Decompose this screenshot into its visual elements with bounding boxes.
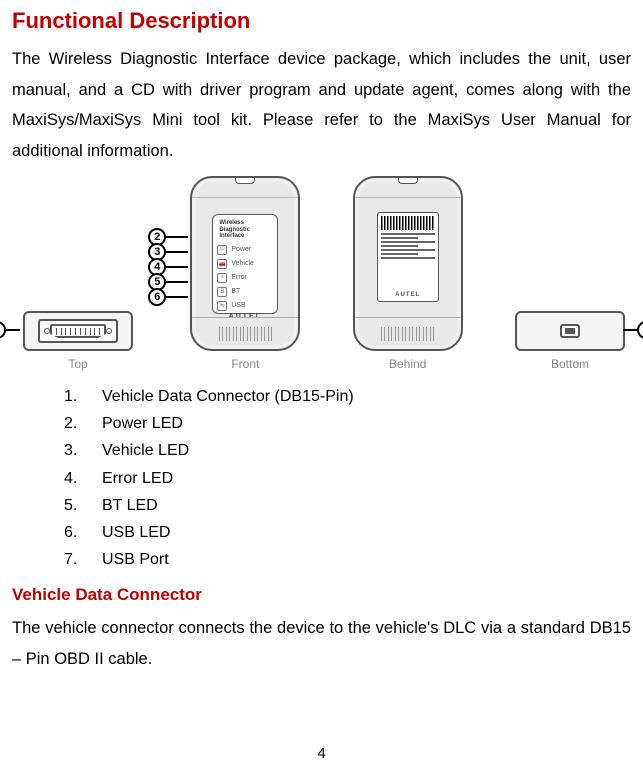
callout-1: 1 [0,321,20,339]
usb-port-icon [560,324,580,338]
component-list: 1.Vehicle Data Connector (DB15-Pin) 2.Po… [64,383,354,573]
front-label-panel: WirelessDiagnostic Interface ⏻Power 🚗Veh… [212,214,278,314]
intro-paragraph: The Wireless Diagnostic Interface device… [12,44,631,166]
callout-7: 7 [623,321,643,339]
vehicle-led-icon: 🚗 [217,259,227,269]
error-led-icon: ! [217,273,227,283]
list-item: 7.USB Port [64,546,354,573]
list-item: 3.Vehicle LED [64,437,354,464]
diagram-front-column: 2 3 4 5 6 WirelessDiagnostic Interface ⏻… [190,176,300,371]
list-item: 2.Power LED [64,410,354,437]
callout-number-7: 7 [637,321,643,339]
diagram-bottom-column: 7 Bottom [515,311,625,371]
caption-behind: Behind [389,357,426,371]
diagram-behind-column: AUTEL Behind [353,176,463,371]
list-item: 4.Error LED [64,465,354,492]
top-view-body [23,311,133,351]
callout-4: 4 [148,259,188,274]
list-item: 1.Vehicle Data Connector (DB15-Pin) [64,383,354,410]
db15-connector-icon [50,324,106,338]
heading-vehicle-data-connector: Vehicle Data Connector [12,585,631,605]
vehicle-connector-paragraph: The vehicle connector connects the devic… [12,613,631,674]
behind-view-body: AUTEL [353,176,463,351]
caption-top: Top [68,357,87,371]
diagram-top-column: 1 Top [18,311,138,371]
list-item: 5.BT LED [64,492,354,519]
callout-6: 6 [148,289,188,304]
device-diagram: 1 Top [12,176,631,375]
page-number: 4 [0,745,643,762]
bt-led-icon: B [217,287,227,297]
callout-3: 3 [148,244,188,259]
behind-label-plate: AUTEL [377,212,439,302]
list-item: 6.USB LED [64,519,354,546]
callout-5: 5 [148,274,188,289]
bottom-view-body [515,311,625,351]
caption-front: Front [231,357,259,371]
brand-behind: AUTEL [381,292,435,298]
caption-bottom: Bottom [551,357,589,371]
callout-2: 2 [148,229,188,244]
front-view-body: WirelessDiagnostic Interface ⏻Power 🚗Veh… [190,176,300,351]
usb-led-icon: ⇋ [217,301,227,311]
power-led-icon: ⏻ [217,245,227,255]
heading-functional-description: Functional Description [12,8,631,34]
grip-texture [192,317,298,349]
barcode-icon [381,216,435,230]
